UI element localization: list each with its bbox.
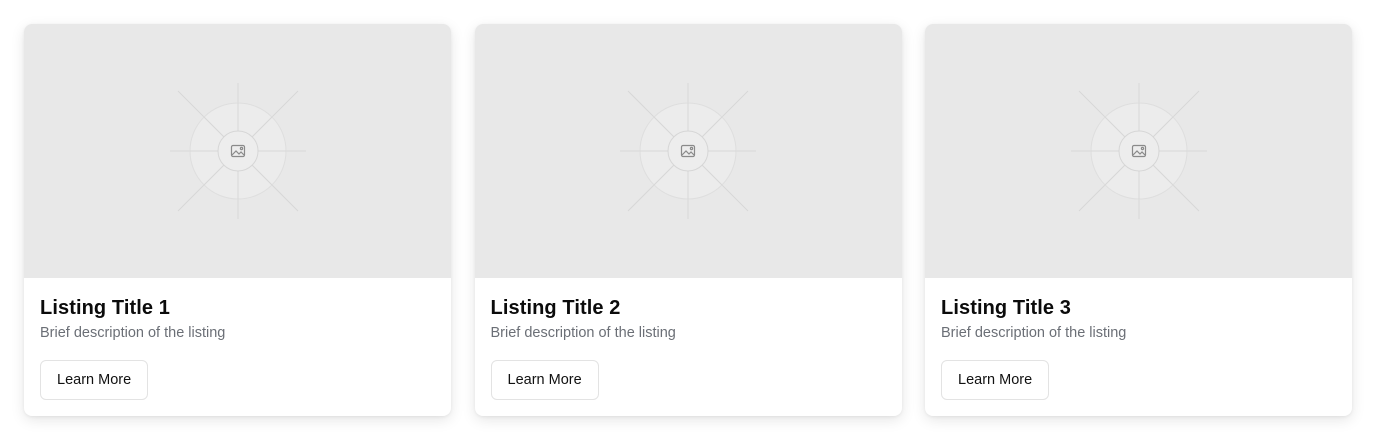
listings-grid: Listing Title 1 Brief description of the… (24, 24, 1352, 416)
listing-description: Brief description of the listing (490, 325, 676, 341)
learn-more-button[interactable]: Learn More (941, 360, 1050, 400)
listing-image (925, 24, 1352, 278)
listing-image (24, 24, 451, 278)
image-placeholder-icon (1070, 83, 1207, 219)
listing-description: Brief description of the listing (941, 325, 1127, 341)
listing-title: Listing Title 2 (490, 297, 621, 319)
listing-title: Listing Title 3 (941, 297, 1072, 319)
learn-more-button[interactable]: Learn More (490, 360, 599, 400)
learn-more-button[interactable]: Learn More (40, 360, 149, 400)
listing-card: Listing Title 3 Brief description of the… (925, 24, 1352, 416)
listing-body: Listing Title 3 Brief description of the… (925, 278, 1352, 416)
listing-description: Brief description of the listing (40, 325, 226, 341)
image-placeholder-icon (620, 83, 756, 219)
listing-title: Listing Title 1 (40, 297, 171, 319)
listing-card: Listing Title 1 Brief description of the… (24, 24, 451, 416)
listing-card: Listing Title 2 Brief description of the… (474, 24, 902, 416)
listing-image (474, 24, 902, 278)
listing-body: Listing Title 1 Brief description of the… (24, 278, 451, 416)
image-placeholder-icon (169, 83, 306, 219)
listing-body: Listing Title 2 Brief description of the… (475, 278, 902, 416)
